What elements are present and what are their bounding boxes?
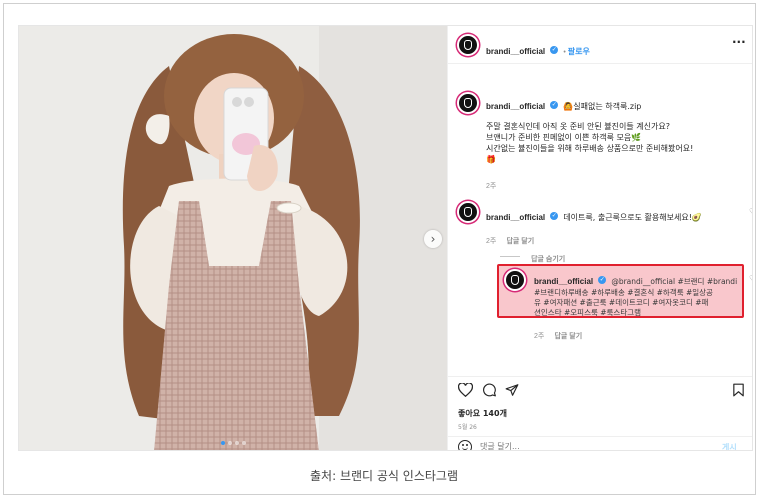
follow-button[interactable]: 팔로우	[568, 47, 590, 56]
post-side-panel: brandi__official ✓ • 팔로우 ··· brandi__off…	[447, 26, 752, 450]
save-bookmark-icon[interactable]	[732, 383, 745, 397]
replies-toggle[interactable]: 답글 숨기기	[500, 246, 565, 265]
reply-meta: 2주 답글 달기	[534, 323, 582, 342]
reply-item: brandi__official ✓ @brandi__official #브랜…	[534, 269, 744, 318]
like-comment-heart-icon[interactable]: ♡	[749, 207, 752, 216]
header-user: brandi__official ✓ • 팔로우	[486, 45, 590, 56]
verified-badge-icon: ✓	[550, 211, 559, 220]
comment-icon[interactable]	[482, 383, 497, 397]
divider	[448, 376, 752, 377]
comment-text: 데이트룩, 출근룩으로도 활용해보세요!🥑	[563, 213, 702, 222]
post-date: 5월 26	[458, 424, 477, 431]
carousel-dot	[227, 441, 232, 445]
divider	[448, 436, 752, 437]
reply-timestamp: 2주	[534, 333, 545, 340]
comment-input[interactable]	[480, 440, 700, 450]
comment-timestamp: 2주	[486, 238, 497, 245]
username-link[interactable]: brandi__official	[486, 47, 545, 56]
caption-line: 브얜니가 준비한 핀메없이 이쁜 하객룩 모음🌿	[486, 133, 642, 142]
caption-line: 시간없는 뷸진이들을 위해 하루배송 상품으로만 준비해봤어요!	[486, 144, 694, 153]
hide-replies-label: 답글 숨기기	[531, 256, 566, 263]
share-icon[interactable]	[505, 383, 519, 397]
verified-badge-icon: ✓	[598, 275, 607, 284]
post-image-illustration	[19, 26, 447, 450]
instagram-post: › brandi__official ✓ • 팔로우 ··· brandi__o…	[18, 25, 753, 451]
carousel-next-button[interactable]: ›	[424, 230, 442, 248]
post-comment-button[interactable]: 게시	[722, 442, 737, 450]
reply-button[interactable]: 답글 달기	[554, 333, 582, 340]
like-heart-icon[interactable]	[458, 383, 473, 397]
username-link[interactable]: brandi__official	[486, 213, 545, 222]
post-caption: brandi__official ✓ 🙆실패없는 하객룩.zip 주말 결혼식인…	[486, 94, 748, 191]
caption-line: 주말 결혼식인데 아직 옷 준비 안된 뷸진이들 계신가요?	[486, 122, 670, 131]
replies-toggle-line	[500, 256, 520, 257]
more-options-icon[interactable]: ···	[732, 35, 746, 49]
like-reply-heart-icon[interactable]: ♡	[749, 274, 752, 283]
caption-title: 🙆실패없는 하객룩.zip	[563, 102, 642, 111]
action-bar	[458, 383, 748, 399]
avatar[interactable]	[504, 269, 526, 291]
reply-text: 유 #여자패션 #출근룩 #데이트코디 #여자옷코디 #패	[534, 298, 709, 307]
avatar[interactable]	[457, 92, 479, 114]
carousel-dots	[19, 441, 447, 445]
reply-text: #브랜디하루배송 #하루배송 #결혼식 #하객룩 #일상공	[534, 288, 713, 297]
verified-badge-icon: ✓	[550, 45, 559, 54]
carousel-dot	[220, 441, 225, 445]
caption-line: 🎁	[486, 155, 496, 164]
image-caption: 출처: 브랜디 공식 인스타그램	[310, 469, 458, 483]
caption-timestamp: 2주	[486, 183, 497, 190]
carousel-dot	[241, 441, 246, 445]
username-link[interactable]: brandi__official	[534, 277, 593, 286]
carousel-dot	[234, 441, 239, 445]
reply-button[interactable]: 답글 달기	[506, 238, 534, 245]
likes-count[interactable]: 좋아요 140개	[458, 408, 507, 419]
username-link[interactable]: brandi__official	[486, 102, 545, 111]
emoji-icon[interactable]	[458, 440, 472, 450]
post-photo: ›	[19, 26, 447, 450]
figure-frame: › brandi__official ✓ • 팔로우 ··· brandi__o…	[3, 3, 756, 495]
avatar[interactable]	[457, 201, 479, 223]
reply-text: 션인스타 #오피스룩 #룩스타그램	[534, 308, 642, 317]
verified-badge-icon: ✓	[550, 100, 559, 109]
comment-item: brandi__official ✓ 데이트룩, 출근룩으로도 활용해보세요!🥑…	[486, 205, 736, 247]
reply-text: @brandi__official #브랜디 #brandi	[611, 277, 738, 286]
avatar[interactable]	[457, 34, 479, 56]
post-header: brandi__official ✓ • 팔로우 ···	[448, 26, 752, 64]
